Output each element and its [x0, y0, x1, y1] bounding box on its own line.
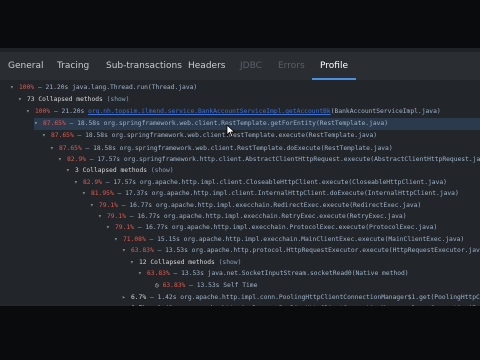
tree-row[interactable]: ▾ 87.65% – 18.58s org.springframework.web… [34, 118, 480, 130]
tab-bar: General Tracing Sub-transactions Headers… [0, 52, 480, 81]
method-link[interactable]: org.nh.topsim.ilmend.service.BankAccount… [88, 108, 331, 115]
source-file-label: (BankAccountServiceImpl.java) [330, 108, 441, 115]
tree-row[interactable]: ◷ 63.83% – 13.53s Self Time [146, 280, 257, 292]
method-label: – 13.53s Self Time [185, 282, 258, 289]
clock-icon: ◷ [155, 282, 159, 289]
show-collapsed-link[interactable]: (show) [107, 96, 130, 103]
tree-row[interactable]: ▾ 100% – 21.20s org.nh.topsim.ilmend.serv… [26, 106, 441, 118]
collapsed-methods-label: 12 Collapsed methods [139, 259, 215, 266]
collapse-arrow-icon[interactable]: ▾ [10, 82, 19, 94]
video-top-bar [0, 0, 480, 48]
method-label: – 13.53s org.apache.http.protocol.HttpRe… [153, 247, 480, 254]
show-collapsed-link[interactable]: (show) [219, 259, 242, 266]
profile-tree: ▾ 100% – 21.20s java.lang.Thread.run(Thre… [0, 80, 480, 306]
collapse-arrow-icon[interactable]: ▾ [18, 94, 27, 106]
tree-row[interactable]: ▾ 3 Collapsed methods (show) [66, 165, 174, 177]
tree-row[interactable]: ▾ 81.95% – 17.37s org.apache.http.impl.cl… [82, 188, 459, 200]
percent-value: 82.9% [83, 179, 102, 186]
tree-row[interactable]: ▾ 73 Collapsed methods (show) [18, 94, 129, 106]
tab-sub-transactions[interactable]: Sub-transactions [106, 61, 182, 71]
method-label: – 21.20s java.lang.Thread.run(Thread.jav… [34, 84, 198, 91]
method-label: – 1.42s org.apache.http.impl.conn.Poolin… [149, 294, 480, 301]
percent-value: 82.9% [67, 156, 86, 163]
percent-value: 63.83% [147, 270, 170, 277]
collapse-arrow-icon[interactable]: ▾ [42, 130, 51, 142]
tab-errors[interactable]: Errors [278, 61, 305, 71]
collapse-arrow-icon[interactable]: ▾ [122, 245, 131, 257]
percent-value: 79.1% [99, 202, 118, 209]
percent-value: 87.65% [43, 120, 66, 127]
collapsed-methods-label: 3 Collapsed methods [75, 167, 148, 174]
method-label: – 16.77s org.apache.http.impl.execchain.… [125, 213, 407, 220]
method-label: – 16.77s org.apache.http.impl.execchain.… [133, 224, 438, 231]
tab-jdbc[interactable]: JDBC [240, 61, 262, 71]
percent-value: 63.83% [162, 282, 186, 289]
percent-value: 63.83% [131, 247, 154, 254]
collapse-arrow-icon[interactable]: ▾ [138, 268, 147, 280]
tab-headers[interactable]: Headers [188, 61, 225, 71]
method-label: – 13.53s java.net.SocketInputStream.sock… [169, 270, 409, 277]
tab-tracing[interactable]: Tracing [57, 61, 89, 71]
percent-value: 100% [19, 84, 35, 91]
percent-value: 87.65% [51, 132, 74, 139]
tab-profile[interactable]: Profile [320, 61, 348, 71]
tree-row[interactable]: ▾ 87.65% – 18.58s org.springframework.web… [42, 130, 377, 142]
percent-value: 100% [35, 108, 51, 115]
collapse-arrow-icon[interactable]: ▾ [82, 188, 91, 200]
method-label: – 15.15s org.apache.http.impl.execchain.… [145, 236, 465, 243]
method-label: – 17.57s org.apache.http.impl.client.Clo… [101, 179, 447, 186]
method-label: – 17.57s org.springframework.http.client… [85, 156, 480, 163]
method-label: – 16.77s org.apache.http.impl.execchain.… [117, 202, 422, 209]
percent-value: 87.65% [59, 145, 82, 152]
percent-value: 6.7% [131, 294, 147, 301]
percent-value: 81.95% [91, 190, 114, 197]
video-bottom-bar [0, 306, 480, 360]
collapse-arrow-icon[interactable]: ▾ [106, 222, 115, 234]
tab-general[interactable]: General [8, 61, 43, 71]
tree-row[interactable]: ▾ 79.1% – 16.77s org.apache.http.impl.exe… [106, 222, 437, 234]
collapse-arrow-icon[interactable]: ▾ [34, 118, 43, 130]
tree-row[interactable]: ▾ 63.83% – 13.53s org.apache.http.protoco… [122, 245, 480, 257]
percent-value: 71.08% [123, 236, 146, 243]
tree-row[interactable]: ▾ 100% – 21.20s java.lang.Thread.run(Thre… [10, 82, 197, 94]
percent-value: 79.1% [107, 213, 126, 220]
mouse-cursor-icon [226, 124, 236, 138]
tree-row[interactable]: ▾ 63.83% – 13.53s java.net.SocketInputStr… [138, 268, 409, 280]
method-label: – 17.37s org.apache.http.impl.client.Int… [113, 190, 459, 197]
collapse-arrow-icon[interactable]: ▾ [26, 106, 35, 118]
method-label: – 18.58s org.springframework.web.client.… [81, 145, 393, 152]
collapsed-methods-label: 73 Collapsed methods [27, 96, 103, 103]
timing-label: – 21.20s [50, 108, 89, 115]
percent-value: 79.1% [115, 224, 134, 231]
collapse-arrow-icon[interactable]: ▾ [66, 165, 75, 177]
show-collapsed-link[interactable]: (show) [151, 167, 174, 174]
